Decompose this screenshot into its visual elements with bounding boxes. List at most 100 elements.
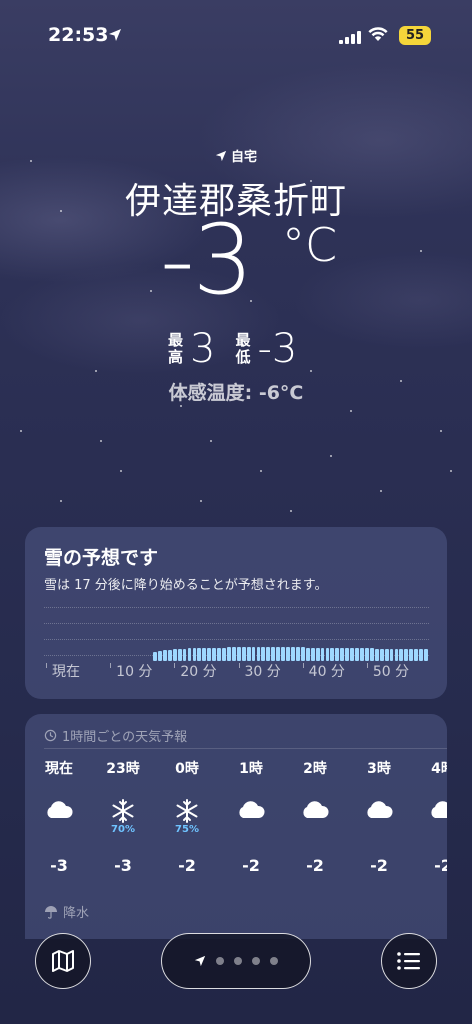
hour-item: 3時 -2	[349, 758, 409, 875]
hour-label: 現在	[45, 761, 73, 777]
star	[440, 430, 442, 432]
snow-bar	[315, 647, 320, 661]
current-temperature: -3	[160, 204, 254, 316]
list-icon	[397, 952, 420, 970]
location-list-button[interactable]	[381, 933, 437, 989]
snow-bar	[251, 647, 256, 661]
star	[450, 470, 452, 472]
snow-bar	[394, 648, 399, 661]
map-icon	[52, 950, 74, 972]
snow-bar	[162, 650, 167, 661]
hour-label: 3時	[367, 761, 391, 777]
star	[150, 290, 152, 292]
cloud-icon	[413, 798, 447, 840]
page-dot[interactable]	[252, 957, 260, 965]
axis-tick	[110, 663, 112, 668]
snow-bar	[281, 647, 286, 661]
wifi-icon	[368, 26, 388, 46]
location-arrow-icon	[108, 27, 122, 46]
low-label: 最低	[235, 331, 251, 366]
snow-bar	[291, 647, 295, 661]
snow-bar	[325, 647, 330, 661]
hour-item: 1時 -2	[221, 758, 281, 875]
snow-bar	[222, 647, 226, 661]
star	[200, 500, 202, 502]
star	[20, 430, 22, 432]
temperature-unit: °C	[282, 218, 338, 272]
axis-label: 現在	[52, 664, 80, 680]
axis-tick	[366, 663, 368, 668]
axis-tick	[302, 663, 304, 668]
snow-bar	[300, 647, 305, 661]
snow-bar	[384, 648, 389, 661]
snow-intensity-graph	[44, 605, 429, 661]
snow-bar	[330, 647, 335, 661]
star	[60, 500, 62, 502]
star	[210, 440, 212, 442]
star	[350, 410, 352, 412]
clock-icon	[44, 729, 57, 742]
hour-temp: -2	[242, 856, 260, 875]
axis-tick	[238, 663, 240, 668]
divider	[44, 748, 447, 749]
hour-label: 1時	[239, 761, 263, 777]
star	[120, 470, 122, 472]
precip-chance: 75%	[175, 824, 199, 835]
page-indicator[interactable]	[161, 933, 311, 989]
snowflake-icon: 70%	[93, 798, 153, 840]
axis-label: 40 分	[308, 664, 345, 680]
page-dot[interactable]	[216, 957, 224, 965]
star	[260, 470, 262, 472]
page-dot[interactable]	[270, 957, 278, 965]
hourly-header-label: 1時間ごとの天気予報	[62, 730, 188, 745]
star	[380, 490, 382, 492]
hour-temp: -2	[370, 856, 388, 875]
location-arrow-icon	[215, 150, 227, 161]
high-label: 最高	[168, 331, 184, 366]
snow-bar	[419, 648, 423, 661]
snow-bar	[256, 647, 261, 661]
snow-forecast-description: 雪は 17 分後に降り始めることが予想されます。	[44, 578, 328, 593]
snow-bar	[350, 648, 354, 661]
low-value: -3	[257, 326, 298, 372]
snow-bar	[424, 648, 428, 661]
snow-bar	[310, 647, 315, 661]
axis-tick	[174, 663, 176, 668]
hour-item: 4時 -2	[413, 758, 447, 875]
snow-bar	[153, 651, 157, 661]
hourly-header: 1時間ごとの天気予報	[44, 726, 187, 745]
cloud-icon	[349, 798, 409, 840]
snow-bar	[241, 647, 246, 661]
hourly-forecast-card[interactable]: 1時間ごとの天気予報 現在 -3 23時 70% -3 0時 75% -2 1時 -2 2時 -2 3時…	[25, 714, 447, 939]
snow-bar	[261, 647, 266, 661]
snow-bar	[182, 648, 187, 661]
page-dot[interactable]	[234, 957, 242, 965]
cloud-icon	[221, 798, 281, 840]
hour-temp: -2	[306, 856, 324, 875]
snow-bar	[369, 648, 374, 661]
snow-bar	[246, 647, 251, 661]
cellular-signal-icon	[339, 29, 361, 48]
snow-bar	[172, 649, 177, 661]
status-time: 22:53	[48, 24, 109, 46]
map-button[interactable]	[35, 933, 91, 989]
snow-bar	[217, 647, 221, 661]
snow-bar	[414, 648, 419, 661]
precipitation-header: 降水	[44, 902, 89, 921]
snow-bar	[197, 648, 202, 661]
hour-label: 4時	[431, 761, 447, 777]
snow-bar	[276, 647, 281, 661]
precip-chance: 70%	[111, 824, 135, 835]
snow-bar	[226, 647, 231, 661]
snow-forecast-title: 雪の予想です	[44, 547, 159, 569]
axis-tick	[46, 663, 47, 668]
snow-bars	[44, 605, 429, 661]
axis-label: 30 分	[244, 664, 281, 680]
hour-item: 2時 -2	[285, 758, 345, 875]
snow-bar	[389, 648, 394, 661]
star	[100, 440, 102, 442]
snow-forecast-card[interactable]: 雪の予想です 雪は 17 分後に降り始めることが予想されます。 現在 10 分 20…	[25, 527, 447, 699]
snow-bar	[320, 647, 325, 661]
umbrella-icon	[45, 905, 57, 919]
snow-bar	[192, 648, 197, 661]
